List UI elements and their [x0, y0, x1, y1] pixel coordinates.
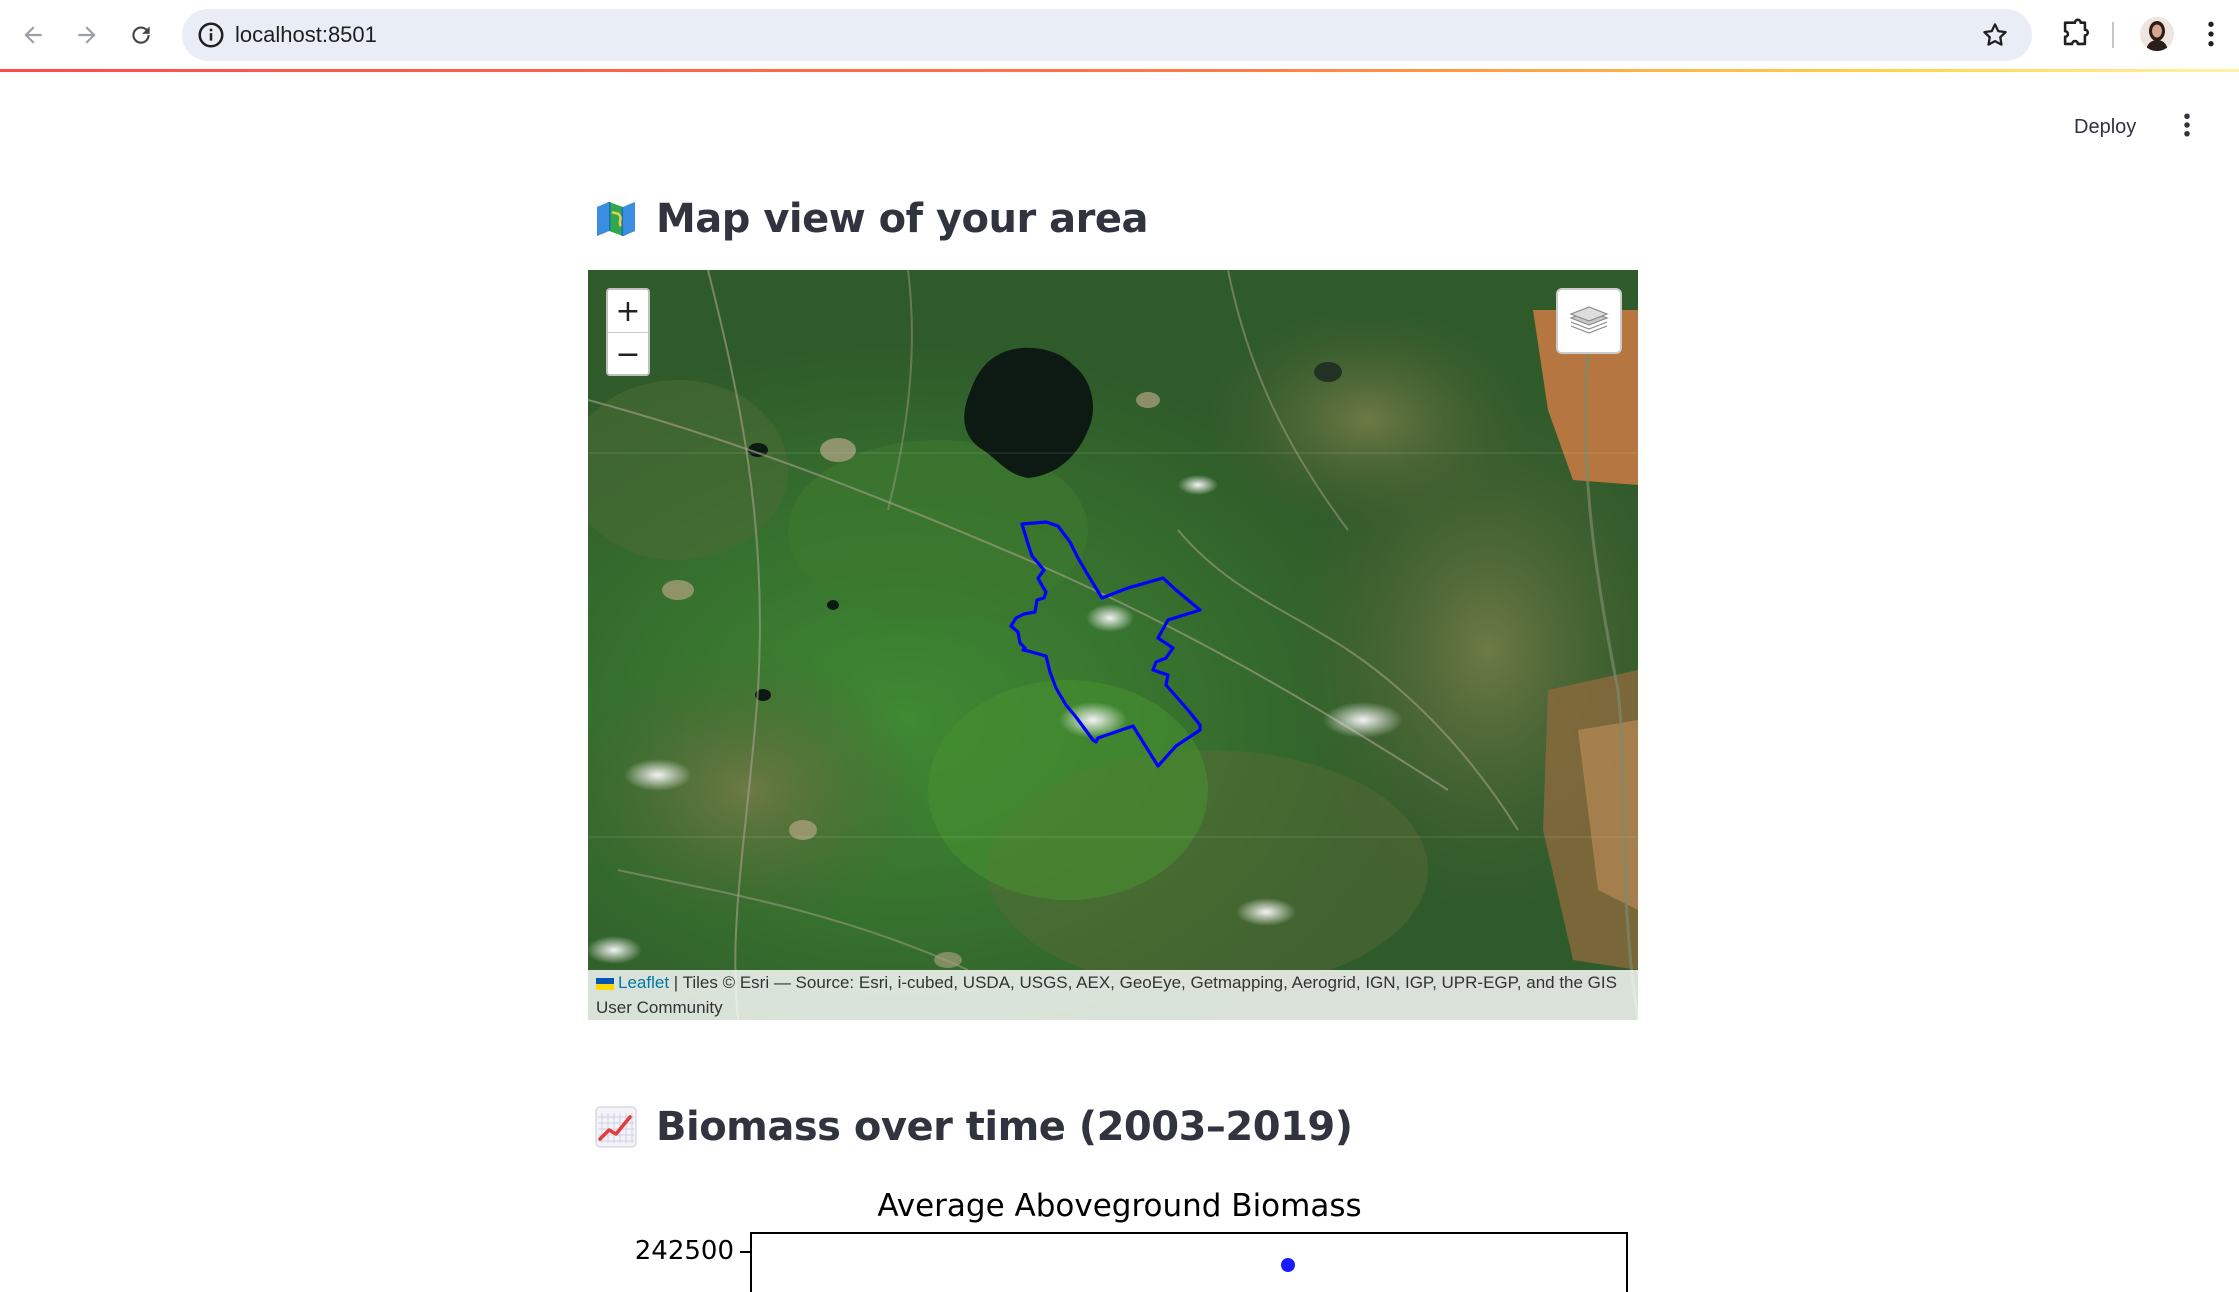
- map-heading-text: Map view of your area: [656, 196, 1148, 242]
- y-tick-mark: [740, 1251, 750, 1253]
- chart-increasing-icon: [595, 1106, 637, 1148]
- ukraine-flag-icon: [596, 977, 614, 990]
- attribution-text: | Tiles © Esri — Source: Esri, i-cubed, …: [596, 973, 1617, 1017]
- data-point: [1281, 1258, 1295, 1272]
- forward-arrow-icon[interactable]: [66, 14, 108, 56]
- satellite-imagery[interactable]: [588, 270, 1638, 1020]
- zoom-control: + −: [606, 288, 650, 376]
- chart-plot-area: [750, 1232, 1628, 1292]
- chrome-menu-icon[interactable]: [2196, 17, 2226, 51]
- y-tick-label: 242500: [634, 1236, 734, 1266]
- layers-control-button[interactable]: [1556, 288, 1622, 354]
- leaflet-link[interactable]: Leaflet: [618, 973, 669, 992]
- browser-toolbar: localhost:8501: [0, 0, 2239, 70]
- map-container[interactable]: + − Leaflet | Tiles © Esri — Source: Esr…: [588, 270, 1638, 1020]
- toolbar-separator: [2112, 22, 2114, 48]
- zoom-out-button[interactable]: −: [608, 333, 648, 375]
- layers-icon: [1569, 306, 1609, 334]
- site-info-icon[interactable]: [196, 20, 226, 50]
- address-bar[interactable]: localhost:8501: [182, 9, 2032, 61]
- page-load-bar: [0, 69, 2239, 72]
- url-text[interactable]: localhost:8501: [235, 22, 377, 48]
- chart-heading-text: Biomass over time (2003–2019): [656, 1104, 1353, 1150]
- bookmark-star-icon[interactable]: [1980, 20, 2010, 50]
- map-attribution: Leaflet | Tiles © Esri — Source: Esri, i…: [588, 970, 1638, 1020]
- zoom-in-button[interactable]: +: [608, 290, 648, 333]
- chart-title: Average Aboveground Biomass: [877, 1188, 1362, 1224]
- map-icon: [597, 202, 635, 236]
- profile-avatar[interactable]: [2140, 17, 2174, 51]
- back-arrow-icon[interactable]: [12, 14, 54, 56]
- deploy-button[interactable]: Deploy: [2066, 110, 2144, 144]
- chart-section-heading: Biomass over time (2003–2019): [594, 1104, 1353, 1150]
- reload-icon[interactable]: [120, 14, 162, 56]
- map-section-heading: Map view of your area: [594, 196, 1148, 242]
- app-menu-icon[interactable]: [2172, 110, 2202, 140]
- extensions-icon[interactable]: [2058, 17, 2092, 51]
